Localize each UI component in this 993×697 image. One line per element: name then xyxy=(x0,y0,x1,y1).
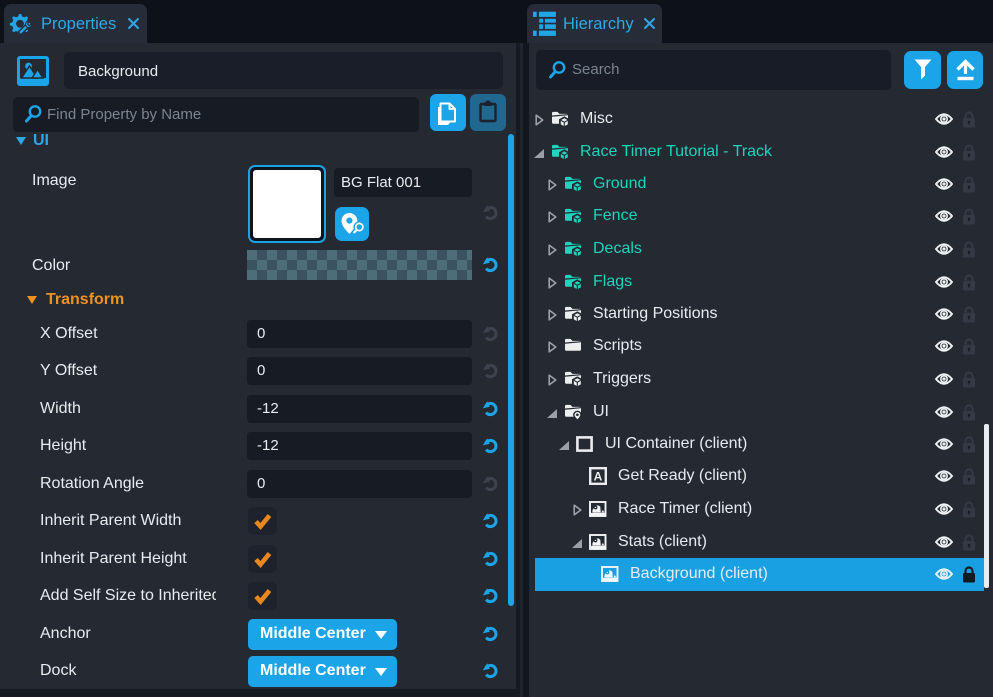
svg-text:A: A xyxy=(594,470,603,484)
